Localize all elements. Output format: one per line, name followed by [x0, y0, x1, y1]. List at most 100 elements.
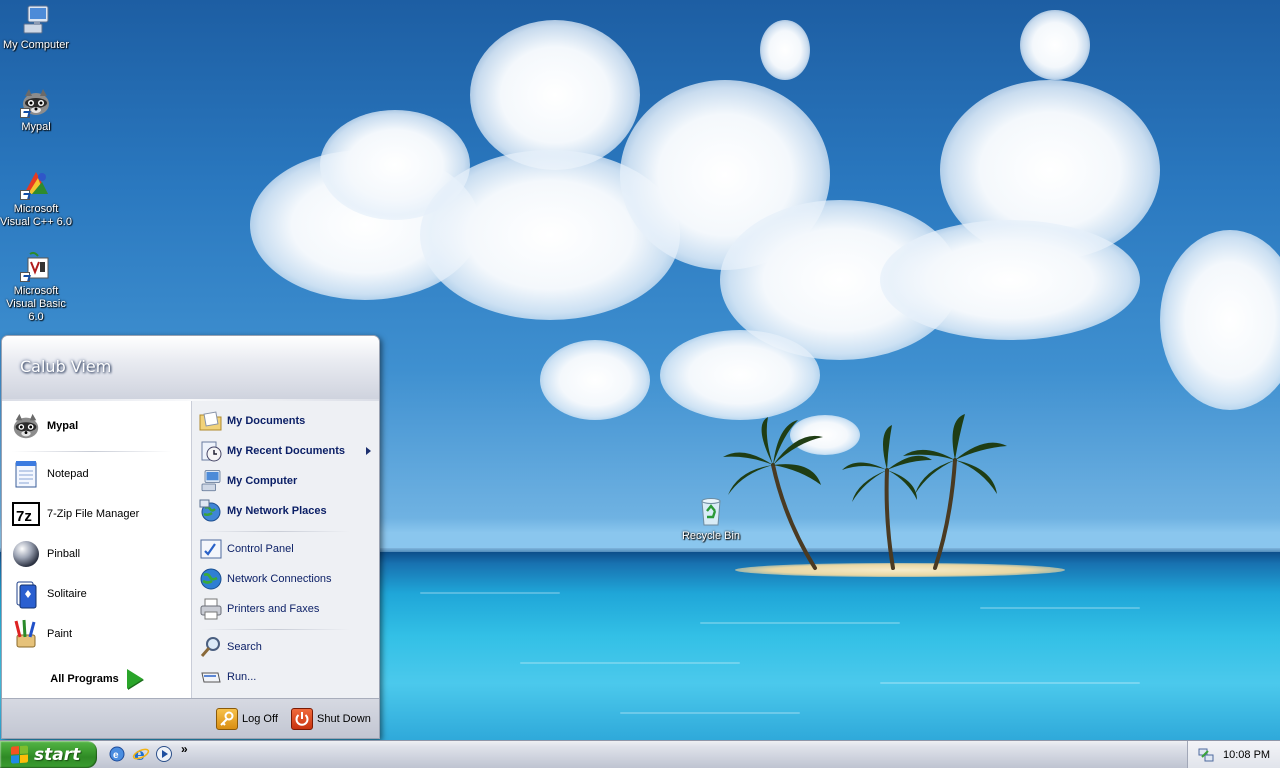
quick-launch-internet-explorer-icon[interactable]: e	[132, 745, 150, 765]
program-label: Mypal	[47, 420, 79, 432]
system-tray: 10:08 PM	[1187, 741, 1280, 768]
place-my-recent-documents[interactable]: My Recent Documents	[192, 436, 379, 466]
computer-icon	[199, 469, 223, 493]
cloud	[470, 20, 640, 170]
desktop-icon-label: Microsoft Visual C++ 6.0	[0, 203, 72, 228]
raccoon-icon	[11, 411, 41, 441]
palm-trees	[723, 414, 1007, 570]
wave	[620, 712, 800, 714]
submenu-arrow-icon	[366, 447, 371, 455]
start-menu-programs: Mypal Notepad 7z 7-Zip File Manager Pinb…	[2, 401, 191, 726]
shut-down-button[interactable]: Shut Down	[291, 707, 371, 731]
wave	[880, 682, 1140, 684]
playing-cards-icon	[11, 579, 41, 609]
quick-launch-media-player-icon[interactable]	[155, 745, 173, 763]
start-menu-header: Calub Viem	[2, 336, 379, 400]
paint-brushes-icon	[11, 619, 41, 649]
desktop-icon-label: My Computer	[2, 39, 70, 51]
separator	[200, 531, 350, 532]
desktop-icon-visual-basic[interactable]: Microsoft Visual Basic 6.0	[0, 250, 74, 324]
program-solitaire[interactable]: Solitaire	[2, 574, 191, 614]
quick-launch-email-icon[interactable]: e	[108, 745, 126, 763]
place-search[interactable]: Search	[192, 632, 379, 662]
place-label: My Network Places	[227, 505, 327, 517]
desktop-icon-recycle-bin[interactable]: Recycle Bin	[673, 495, 749, 543]
start-label: start	[34, 744, 81, 765]
network-tray-icon[interactable]	[1198, 747, 1214, 763]
start-menu-places: My Documents My Recent Documents My Comp…	[191, 401, 379, 698]
program-label: Notepad	[47, 468, 89, 480]
start-menu-footer: Log Off Shut Down	[2, 698, 379, 738]
place-run[interactable]: Run...	[192, 662, 379, 692]
wave	[520, 662, 740, 664]
place-label: Network Connections	[227, 573, 332, 585]
start-button[interactable]: start	[0, 741, 97, 768]
pinball-icon	[11, 539, 41, 569]
program-label: 7-Zip File Manager	[47, 508, 140, 520]
place-label: My Computer	[227, 475, 298, 487]
folder-documents-icon	[199, 409, 223, 433]
run-icon	[199, 665, 223, 689]
program-label: Solitaire	[47, 588, 87, 600]
desktop-icon-label: Microsoft Visual Basic 6.0	[6, 285, 66, 323]
windows-flag-icon	[11, 744, 29, 764]
svg-text:7z: 7z	[16, 508, 32, 525]
separator	[12, 451, 172, 452]
cloud	[1020, 10, 1090, 80]
clock[interactable]: 10:08 PM	[1223, 749, 1270, 761]
place-control-panel[interactable]: Control Panel	[192, 534, 379, 564]
shortcut-arrow-icon	[20, 272, 30, 282]
wave	[700, 622, 900, 624]
search-icon	[199, 635, 223, 659]
network-places-icon	[199, 499, 223, 523]
wave	[980, 607, 1140, 609]
place-label: Run...	[227, 671, 257, 683]
desktop-icon-visual-cpp[interactable]: Microsoft Visual C++ 6.0	[0, 168, 74, 229]
recycle-bin-icon	[695, 495, 727, 527]
notepad-icon	[11, 459, 41, 489]
7zip-icon: 7z	[11, 499, 41, 529]
recent-documents-icon	[199, 439, 223, 463]
printer-icon	[199, 597, 223, 621]
program-label: Paint	[47, 628, 73, 640]
computer-icon	[20, 4, 52, 36]
taskbar: start e e » 10:08 PM	[0, 740, 1280, 768]
place-label: My Recent Documents	[227, 445, 345, 457]
place-my-network-places[interactable]: My Network Places	[192, 496, 379, 526]
visual-basic-icon	[20, 250, 52, 282]
cloud	[1160, 230, 1280, 410]
desktop-icon-label: Recycle Bin	[681, 530, 741, 542]
program-pinball[interactable]: Pinball	[2, 534, 191, 574]
cloud	[760, 20, 810, 80]
quick-launch-overflow-button[interactable]: »	[181, 742, 188, 756]
wave	[420, 592, 560, 594]
program-paint[interactable]: Paint	[2, 614, 191, 654]
network-globe-icon	[199, 567, 223, 591]
shortcut-arrow-icon	[20, 108, 30, 118]
program-notepad[interactable]: Notepad	[2, 454, 191, 494]
place-my-documents[interactable]: My Documents	[192, 406, 379, 436]
place-label: Control Panel	[227, 543, 294, 555]
log-off-button[interactable]: Log Off	[216, 707, 278, 731]
cloud	[880, 220, 1140, 340]
place-printers-and-faxes[interactable]: Printers and Faxes	[192, 594, 379, 624]
all-programs-button[interactable]: All Programs	[2, 661, 191, 697]
cloud	[660, 330, 820, 420]
start-menu: Calub Viem Mypal Notepad 7z 7-Zip File M…	[1, 335, 380, 739]
control-panel-icon	[199, 537, 223, 561]
shortcut-arrow-icon	[20, 190, 30, 200]
separator	[200, 629, 350, 630]
svg-text:e: e	[113, 750, 119, 761]
raccoon-icon	[20, 86, 52, 118]
green-arrow-icon	[126, 669, 143, 689]
user-name: Calub Viem	[20, 357, 112, 376]
desktop-icon-my-computer[interactable]: My Computer	[0, 4, 74, 52]
shut-down-label: Shut Down	[317, 713, 371, 725]
key-icon	[216, 708, 238, 730]
place-my-computer[interactable]: My Computer	[192, 466, 379, 496]
program-7zip[interactable]: 7z 7-Zip File Manager	[2, 494, 191, 534]
desktop-icon-mypal[interactable]: Mypal	[0, 86, 74, 134]
log-off-label: Log Off	[242, 713, 278, 725]
place-network-connections[interactable]: Network Connections	[192, 564, 379, 594]
program-mypal[interactable]: Mypal	[2, 406, 191, 446]
